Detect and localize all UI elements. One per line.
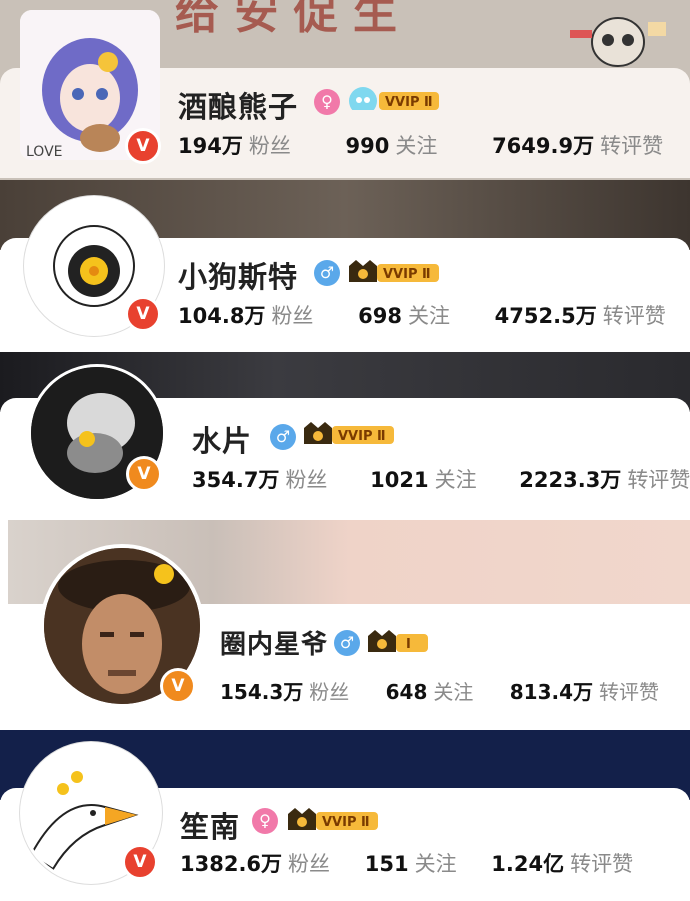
- svg-text:LOVE: LOVE: [26, 144, 63, 160]
- gender-male-icon: ♂: [314, 260, 340, 286]
- user-stats: 354.7万 粉丝 1021 关注 2223.3万 转评赞: [192, 464, 690, 494]
- vip-level-label: Ⅰ: [406, 637, 411, 652]
- vip-level-label: VVIP Ⅱ: [385, 95, 433, 110]
- gender-female-icon: ♀: [252, 808, 278, 834]
- vvip-badge-icon[interactable]: VVIP Ⅱ: [347, 258, 443, 282]
- verified-badge-icon: V: [122, 844, 158, 880]
- reposts-count[interactable]: 2223.3万: [519, 468, 621, 492]
- user-stats: 1382.6万 粉丝 151 关注 1.24亿 转评赞: [180, 848, 633, 878]
- verified-badge-icon: V: [126, 456, 162, 492]
- followers-count[interactable]: 354.7万: [192, 468, 279, 492]
- user-name[interactable]: 笙南: [180, 804, 240, 846]
- following-count[interactable]: 698: [358, 304, 402, 328]
- followers-count[interactable]: 104.8万: [178, 304, 265, 328]
- reposts-count[interactable]: 7649.9万: [492, 134, 594, 158]
- vvip-badge-icon[interactable]: VVIP Ⅱ: [347, 86, 443, 110]
- reposts-label: 转评赞: [627, 468, 690, 492]
- user-name[interactable]: 酒酿熊子: [178, 84, 298, 126]
- vip-level-label: VVIP Ⅱ: [338, 429, 386, 444]
- reposts-count[interactable]: 4752.5万: [495, 304, 597, 328]
- following-count[interactable]: 1021: [370, 468, 428, 492]
- following-count[interactable]: 151: [365, 852, 409, 876]
- followers-count[interactable]: 154.3万: [220, 680, 303, 704]
- followers-label: 粉丝: [248, 134, 291, 158]
- reposts-label: 转评赞: [599, 680, 659, 704]
- user-name[interactable]: 圈内星爷: [220, 624, 328, 661]
- gender-female-icon: ♀: [314, 89, 340, 115]
- vvip-badge-icon[interactable]: VVIP Ⅱ: [302, 420, 398, 444]
- gender-male-icon: ♂: [270, 424, 296, 450]
- followers-count[interactable]: 194万: [178, 134, 243, 158]
- vip-level-label: VVIP Ⅱ: [322, 815, 370, 830]
- user-stats: 104.8万 粉丝 698 关注 4752.5万 转评赞: [178, 300, 666, 330]
- following-count[interactable]: 990: [346, 134, 390, 158]
- vvip-badge-icon[interactable]: VVIP Ⅱ: [286, 806, 382, 830]
- following-label: 关注: [395, 134, 438, 158]
- verified-badge-icon: V: [125, 128, 161, 164]
- followers-label: 粉丝: [271, 304, 314, 328]
- verified-badge-icon: V: [125, 296, 161, 332]
- followers-label: 粉丝: [285, 468, 328, 492]
- user-name[interactable]: 小狗斯特: [178, 254, 298, 296]
- vip-level-label: VVIP Ⅱ: [383, 267, 431, 282]
- reposts-label: 转评赞: [602, 304, 666, 328]
- reposts-count[interactable]: 813.4万: [510, 680, 593, 704]
- user-stats: 194万 粉丝 990 关注 7649.9万 转评赞: [178, 130, 663, 160]
- svg-text:给 安 促 生: 给 安 促 生: [175, 0, 397, 39]
- vip-badge-icon[interactable]: Ⅰ: [366, 628, 432, 652]
- following-count[interactable]: 648: [386, 680, 428, 704]
- user-stats: 154.3万 粉丝 648 关注 813.4万 转评赞: [220, 676, 659, 705]
- reposts-count[interactable]: 1.24亿: [491, 852, 564, 876]
- following-label: 关注: [434, 468, 477, 492]
- followers-label: 粉丝: [288, 852, 331, 876]
- following-label: 关注: [407, 304, 450, 328]
- followers-label: 粉丝: [309, 680, 350, 704]
- following-label: 关注: [433, 680, 474, 704]
- gender-male-icon: ♂: [334, 630, 360, 656]
- user-name[interactable]: 水片: [192, 418, 252, 460]
- following-label: 关注: [414, 852, 457, 876]
- followers-count[interactable]: 1382.6万: [180, 852, 282, 876]
- reposts-label: 转评赞: [600, 134, 664, 158]
- verified-badge-icon: V: [160, 668, 196, 704]
- reposts-label: 转评赞: [570, 852, 634, 876]
